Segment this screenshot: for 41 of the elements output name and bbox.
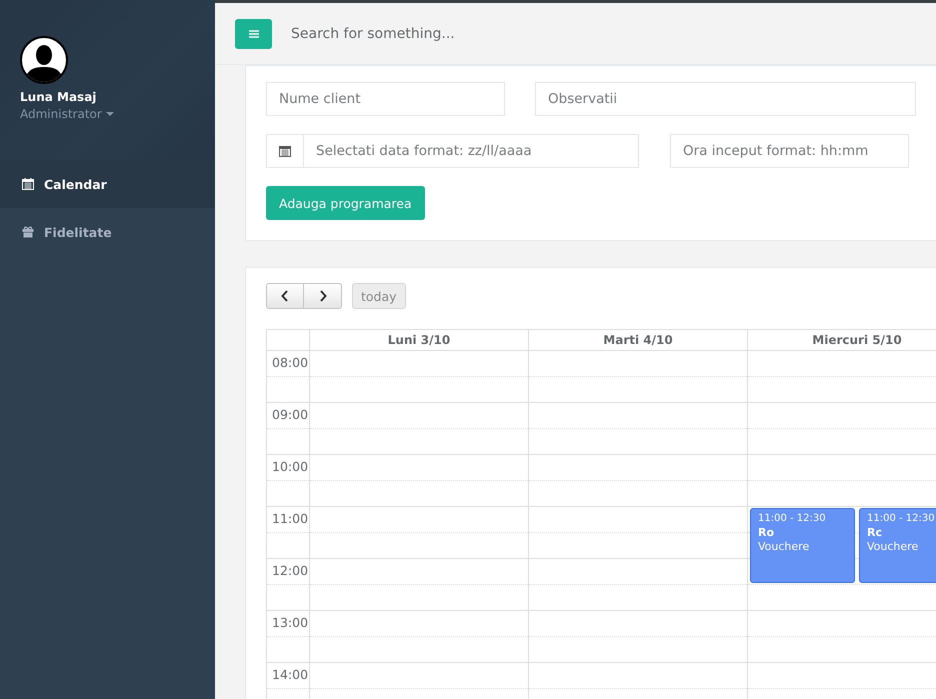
start-time-field[interactable]: Ora inceput format: hh:mm (670, 134, 909, 168)
nav-item[interactable]: Fidelitate (0, 208, 215, 256)
caret-icon (106, 112, 114, 116)
previous-button[interactable] (266, 283, 304, 309)
avatar-icon (20, 36, 68, 84)
nav-item[interactable]: Calendar (0, 160, 215, 208)
time-label: 09:00 (271, 406, 310, 424)
menu-button[interactable] (235, 18, 272, 48)
time-label: 11:00 (271, 510, 310, 528)
client-name-field[interactable]: Nume client (266, 82, 505, 116)
search-field[interactable]: Search for something... (289, 24, 693, 42)
notes-field[interactable]: Observatii (535, 82, 916, 116)
today-button[interactable]: today (352, 283, 406, 309)
time-label: 08:00 (271, 354, 310, 372)
calendar-addon[interactable] (266, 134, 304, 168)
time-label: 12:00 (271, 562, 310, 580)
event-time: 11:00 - 12:30 (867, 513, 936, 524)
user-name: Luna Masaj (20, 90, 98, 104)
time-label: 10:00 (271, 458, 310, 476)
date-field[interactable]: Selectati data format: zz/ll/aaaa (304, 134, 639, 168)
event-title: Rc (867, 526, 883, 539)
time-label: 13:00 (271, 614, 310, 632)
chevron-right-icon (318, 290, 326, 302)
event-time: 11:00 - 12:30 (758, 513, 827, 524)
calendar-icon (279, 145, 291, 157)
gift-icon (22, 226, 34, 238)
day-header: Luni 3/10 (388, 333, 450, 347)
calendar-event[interactable]: 11:00 - 12:30 Rc Vouchere (859, 508, 936, 583)
calendar-icon (22, 178, 34, 190)
event-description: Vouchere (867, 540, 920, 553)
event-description: Vouchere (758, 540, 810, 553)
time-label: 14:00 (271, 666, 310, 684)
day-header: Miercuri 5/10 (812, 333, 902, 347)
user-role-dropdown[interactable]: Administrator (20, 107, 114, 121)
calendar-event[interactable]: 11:00 - 12:30 Ro Vouchere (750, 508, 855, 583)
next-button[interactable] (304, 283, 342, 309)
chevron-left-icon (281, 290, 289, 302)
add-appointment-button[interactable]: Adauga programarea (266, 186, 425, 220)
day-header: Marti 4/10 (603, 333, 673, 347)
menu-icon (248, 30, 258, 38)
event-title: Ro (758, 526, 776, 539)
